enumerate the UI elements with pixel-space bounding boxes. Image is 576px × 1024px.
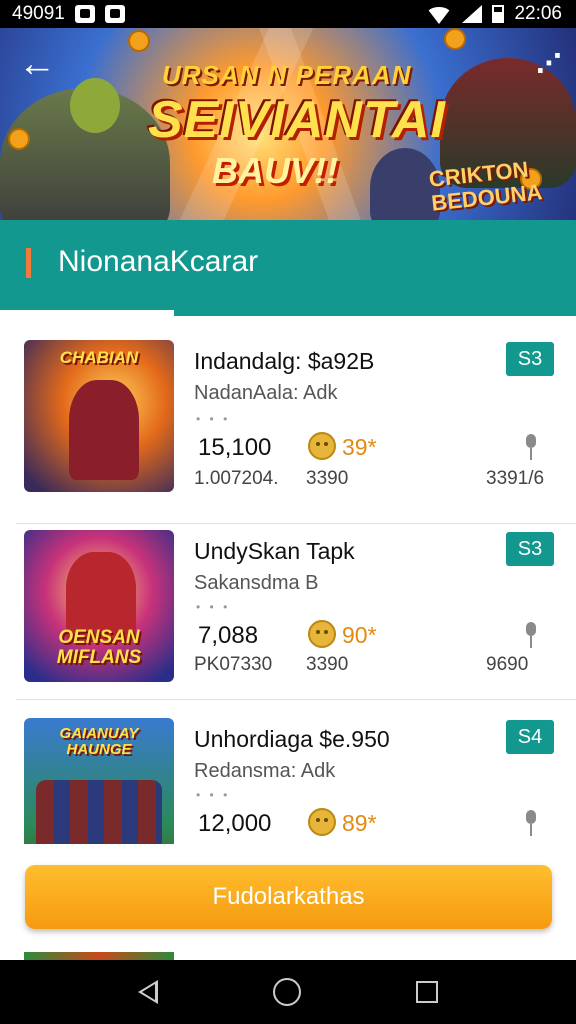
item-stat-mid: 3390 (306, 654, 349, 675)
wifi-icon (426, 6, 453, 24)
item-stat-right: 3391/6 (486, 468, 545, 489)
share-icon[interactable]: ⋰ (536, 48, 562, 79)
item-title: Unhordiaga $e.950 (194, 726, 390, 752)
list-item[interactable]: OENSAN MIFLANS UndySkan Tapk Sakansdma B… (16, 512, 576, 700)
back-arrow-icon[interactable]: ← (18, 44, 58, 84)
item-stat-right: 9690 (486, 654, 529, 675)
coin-icon (128, 30, 150, 52)
coin-icon (444, 28, 466, 50)
item-dots: • • • (196, 600, 231, 614)
signal-icon (462, 5, 483, 23)
banner-subtitle: URSAN N PERAAN (162, 60, 412, 90)
item-subtitle: Sakansdma B (194, 572, 319, 594)
item-subtitle: Redansma: Adk (194, 760, 336, 782)
notification-icon (74, 5, 95, 23)
item-dots: • • • (196, 412, 231, 426)
nav-home-icon[interactable] (272, 978, 301, 1006)
battery-icon (492, 5, 505, 23)
status-bar: 49091 22:06 (0, 0, 576, 28)
smiley-icon (308, 808, 336, 836)
thumbnail-title: OENSAN MIFLANS (56, 627, 142, 668)
navigation-bar (0, 960, 576, 1024)
item-rating: 89* (342, 810, 377, 836)
primary-action-button[interactable]: Fudolarkathas (25, 865, 552, 929)
item-count: 12,000 (198, 810, 272, 837)
item-title: UndySkan Tapk (194, 538, 355, 564)
next-item-peek (24, 952, 174, 960)
item-count: 7,088 (198, 622, 259, 649)
item-rating: 39* (342, 434, 377, 460)
banner-title: SEIVIANTAI (148, 91, 446, 149)
status-time-left: 49091 (12, 3, 65, 24)
hero-face-art (70, 78, 120, 133)
section-header: NionanaKcarar (0, 220, 576, 316)
item-badge[interactable]: S4 (506, 720, 554, 754)
game-thumbnail[interactable]: GAIANUAY HAUNGE (24, 718, 174, 844)
item-rating: 90* (342, 622, 377, 648)
mic-icon[interactable] (524, 434, 538, 462)
status-time: 22:06 (514, 3, 562, 24)
game-thumbnail[interactable]: OENSAN MIFLANS (24, 530, 174, 682)
smiley-icon (308, 620, 336, 648)
thumbnail-title: CHABIAN (59, 348, 139, 367)
item-stat-left: PK07330 (194, 654, 273, 675)
item-stat-mid: 3390 (306, 468, 349, 489)
game-thumbnail[interactable]: CHABIAN (24, 340, 174, 492)
item-badge[interactable]: S3 (506, 342, 554, 376)
status-right: 22:06 (426, 3, 562, 25)
status-left: 49091 (12, 3, 125, 25)
item-dots: • • • (196, 788, 231, 802)
item-badge[interactable]: S3 (506, 532, 554, 566)
banner-tagline: BAUV!! (212, 150, 338, 191)
tab-indicator[interactable] (0, 310, 174, 316)
hero-banner[interactable]: ← ⋰ URSAN N PERAAN SEIVIANTAI BAUV!! CRI… (0, 28, 576, 220)
list-item[interactable]: CHABIAN Indandalg: $a92B NadanAala: Adk … (16, 336, 576, 524)
coin-icon (8, 128, 30, 150)
banner-side-text: CRIKTON BEDOUNA (428, 156, 544, 216)
mic-icon[interactable] (524, 622, 538, 650)
app-notification-icon (104, 5, 125, 23)
section-marker (26, 248, 31, 278)
item-stat-left: 1.007204. (194, 468, 279, 489)
item-title: Indandalg: $a92B (194, 348, 375, 374)
item-subtitle: NadanAala: Adk (194, 382, 338, 404)
thumbnail-title: GAIANUAY HAUNGE (59, 725, 139, 758)
nav-recents-icon[interactable] (416, 981, 439, 1003)
mic-icon[interactable] (524, 810, 538, 838)
list-item[interactable]: GAIANUAY HAUNGE Unhordiaga $e.950 Redans… (16, 700, 576, 844)
nav-back-icon[interactable] (137, 980, 158, 1004)
item-count: 15,100 (198, 434, 272, 461)
smiley-icon (308, 432, 336, 460)
section-title: NionanaKcarar (58, 245, 259, 278)
